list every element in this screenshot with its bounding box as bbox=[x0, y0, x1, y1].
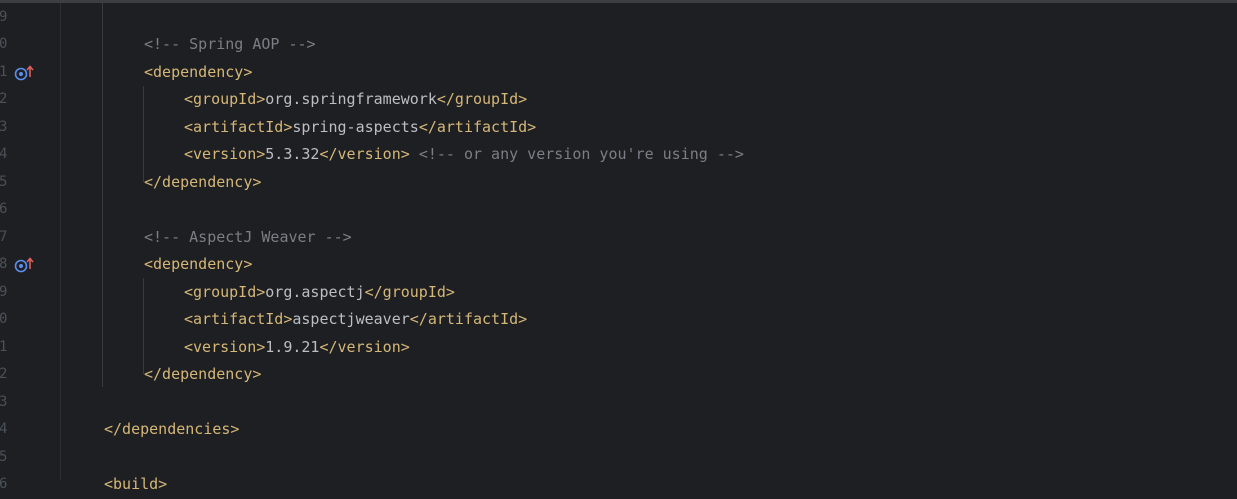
code-line[interactable]: 7 <!-- AspectJ Weaver --> bbox=[0, 224, 1237, 252]
code-line[interactable]: 6 <build> bbox=[0, 471, 1237, 499]
line-number: 4 bbox=[0, 146, 8, 162]
xml-comment: <!-- AspectJ Weaver --> bbox=[144, 227, 352, 246]
xml-text: org.springframework bbox=[265, 90, 437, 108]
xml-comment: <!-- Spring AOP --> bbox=[144, 35, 316, 53]
xml-tag: <build> bbox=[104, 475, 168, 493]
code-content: <groupId>org.aspectj</groupId> bbox=[184, 279, 455, 307]
xml-text: spring-aspects bbox=[292, 117, 419, 136]
line-number: 9 bbox=[0, 283, 8, 300]
code-content: </dependency> bbox=[144, 361, 261, 389]
code-content: </dependency> bbox=[144, 169, 261, 197]
code-line[interactable]: 6 bbox=[0, 196, 1237, 224]
line-number: 3 bbox=[0, 393, 8, 410]
code-line[interactable]: 0 <artifactId>aspectjweaver</artifactId> bbox=[0, 306, 1237, 334]
xml-text: aspectjweaver bbox=[292, 310, 410, 328]
maven-dependency-icon[interactable] bbox=[14, 64, 36, 82]
line-number: 5 bbox=[0, 173, 8, 190]
code-content: <build> bbox=[104, 471, 167, 499]
xml-text bbox=[410, 145, 419, 163]
xml-tag: </artifactId> bbox=[418, 117, 537, 136]
code-line[interactable]: 4 <version>5.3.32</version> <!-- or any v… bbox=[0, 141, 1237, 169]
xml-tag: </dependencies> bbox=[104, 420, 240, 438]
code-line[interactable]: 5 </dependency> bbox=[0, 169, 1237, 197]
xml-tag: </groupId> bbox=[364, 282, 455, 301]
code-line[interactable]: 8 <dependency> bbox=[0, 251, 1237, 279]
code-content: </dependencies> bbox=[104, 416, 239, 444]
maven-dependency-icon[interactable] bbox=[14, 256, 36, 274]
code-line[interactable]: 9 <groupId>org.aspectj</groupId> bbox=[0, 279, 1237, 307]
xml-tag: </version> bbox=[319, 145, 410, 163]
xml-tag: <artifactId> bbox=[184, 117, 293, 136]
xml-tag: <version> bbox=[184, 337, 266, 356]
code-line[interactable]: 3 <artifactId>spring-aspects</artifactId> bbox=[0, 114, 1237, 142]
code-content: <version>5.3.32</version> <!-- or any ve… bbox=[184, 141, 744, 169]
code-line[interactable]: 2 </dependency> bbox=[0, 361, 1237, 389]
xml-tag: <groupId> bbox=[184, 282, 266, 301]
line-number: 3 bbox=[0, 118, 8, 135]
code-line[interactable]: 1 <version>1.9.21</version> bbox=[0, 334, 1237, 362]
code-line[interactable]: 0 <!-- Spring AOP --> bbox=[0, 31, 1237, 59]
xml-tag: </groupId> bbox=[436, 90, 528, 108]
code-content: <dependency> bbox=[144, 251, 252, 279]
xml-text: org.aspectj bbox=[265, 282, 365, 301]
line-number: 2 bbox=[0, 91, 8, 107]
code-content: <!-- AspectJ Weaver --> bbox=[144, 224, 352, 252]
code-line[interactable]: 5 bbox=[0, 444, 1237, 472]
line-number: 6 bbox=[0, 201, 8, 217]
line-number: 0 bbox=[0, 311, 8, 327]
code-content: <groupId>org.springframework</groupId> bbox=[184, 86, 527, 114]
line-number: 0 bbox=[0, 36, 8, 52]
code-content: <artifactId>spring-aspects</artifactId> bbox=[184, 114, 536, 142]
line-number: 7 bbox=[0, 228, 8, 245]
line-number: 6 bbox=[0, 476, 8, 492]
xml-text: 5.3.32 bbox=[265, 145, 320, 163]
code-line[interactable]: 4 </dependencies> bbox=[0, 416, 1237, 444]
xml-tag: </version> bbox=[319, 337, 410, 356]
xml-tag: <dependency> bbox=[144, 62, 253, 81]
code-line[interactable]: 2 <groupId>org.springframework</groupId> bbox=[0, 86, 1237, 114]
xml-tag: <groupId> bbox=[184, 90, 266, 108]
xml-tag: <dependency> bbox=[144, 255, 253, 273]
line-number: 1 bbox=[0, 63, 8, 80]
code-content: <!-- Spring AOP --> bbox=[144, 31, 316, 59]
code-content: <version>1.9.21</version> bbox=[184, 334, 410, 362]
xml-tag: <version> bbox=[184, 145, 266, 163]
xml-tag: <artifactId> bbox=[184, 310, 293, 328]
code-content: <dependency> bbox=[144, 59, 252, 87]
code-line[interactable]: 1 <dependency> bbox=[0, 59, 1237, 87]
line-number: 1 bbox=[0, 338, 8, 355]
xml-comment: <!-- or any version you're using --> bbox=[418, 145, 744, 163]
line-number: 8 bbox=[0, 256, 8, 272]
line-number: 5 bbox=[0, 448, 8, 465]
line-number: 4 bbox=[0, 421, 8, 437]
xml-tag: </artifactId> bbox=[409, 310, 528, 328]
xml-tag: </dependency> bbox=[144, 365, 262, 383]
xml-tag: </dependency> bbox=[144, 172, 262, 191]
code-line[interactable]: 3 bbox=[0, 389, 1237, 417]
line-number: 9 bbox=[0, 8, 8, 25]
code-line[interactable]: 9 bbox=[0, 4, 1237, 32]
line-number: 2 bbox=[0, 366, 8, 382]
xml-text: 1.9.21 bbox=[265, 337, 320, 356]
code-content: <artifactId>aspectjweaver</artifactId> bbox=[184, 306, 527, 334]
